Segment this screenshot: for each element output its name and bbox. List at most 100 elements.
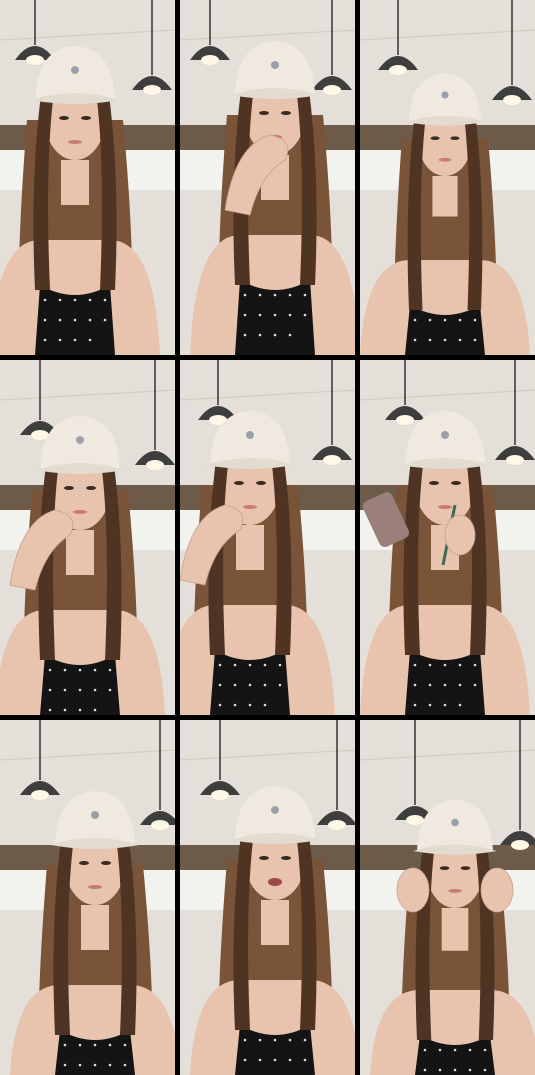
polka-dot (78, 1063, 82, 1067)
frame-9 (360, 720, 535, 1075)
polka-dot (258, 313, 262, 317)
polka-dot (458, 663, 462, 667)
lamp-bulb (26, 55, 44, 65)
polka-dot (438, 1048, 442, 1052)
cap-logo (451, 818, 459, 827)
cap-logo (76, 436, 84, 444)
frame-3 (360, 0, 535, 355)
scene (180, 720, 355, 1075)
eye (101, 861, 111, 865)
polka-dot (243, 293, 247, 297)
neck (261, 900, 289, 945)
eye (81, 116, 91, 120)
polka-dot (468, 1068, 472, 1072)
scene (0, 720, 175, 1075)
polka-dot (218, 663, 222, 667)
cap-logo (71, 66, 79, 74)
mouth (438, 505, 452, 509)
polka-dot (233, 663, 237, 667)
polka-dot (218, 683, 222, 687)
polka-dot (78, 1043, 82, 1047)
polka-dot (58, 318, 62, 322)
polka-dot (288, 1058, 292, 1062)
neck (61, 160, 89, 205)
lamp-bulb (143, 85, 161, 95)
scene (360, 0, 535, 355)
eye (451, 481, 461, 485)
polka-dot (248, 683, 252, 687)
polka-dot (73, 318, 77, 322)
polka-dot (258, 293, 262, 297)
polka-dot (233, 683, 237, 687)
polka-dot (278, 683, 282, 687)
polka-dot (443, 683, 447, 687)
frame-2 (180, 0, 355, 355)
cap-logo (271, 61, 279, 69)
polka-dot (243, 1058, 247, 1062)
eye (430, 136, 440, 140)
polka-dot (438, 1068, 442, 1072)
polka-dot (123, 1063, 127, 1067)
lamp-bulb (31, 430, 49, 440)
polka-dot (263, 703, 267, 707)
lamp-bulb (503, 95, 521, 105)
polka-dot (273, 293, 277, 297)
polka-dot (303, 293, 307, 297)
polka-dot (43, 298, 47, 302)
polka-dot (93, 1043, 97, 1047)
mouth (73, 510, 87, 514)
lamp-bulb (151, 820, 169, 830)
polka-dot (103, 298, 107, 302)
scene (180, 0, 355, 355)
polka-dot (93, 1063, 97, 1067)
polka-dot (458, 703, 462, 707)
polka-dot (483, 1048, 487, 1052)
polka-dot (413, 663, 417, 667)
eye (256, 481, 266, 485)
polka-dot (63, 708, 67, 712)
polka-dot (458, 338, 462, 342)
polka-dot (248, 703, 252, 707)
polka-dot (303, 1038, 307, 1042)
polka-dot (458, 683, 462, 687)
polka-dot (93, 688, 97, 692)
polka-dot (473, 338, 477, 342)
polka-dot (443, 318, 447, 322)
eye (86, 486, 96, 490)
frame-6 (360, 360, 535, 715)
lamp-bulb (396, 415, 414, 425)
polka-dot (423, 1068, 427, 1072)
lamp-bulb (389, 65, 407, 75)
polka-dot (108, 668, 112, 672)
lamp-bulb (506, 455, 524, 465)
eye (281, 856, 291, 860)
polka-dot (303, 1058, 307, 1062)
scene (360, 720, 535, 1075)
cap-logo (441, 431, 449, 439)
eye (79, 861, 89, 865)
lamp-bulb (406, 815, 424, 825)
polka-dot (288, 333, 292, 337)
lamp-bulb (201, 55, 219, 65)
polka-dot (473, 683, 477, 687)
polka-dot (123, 1043, 127, 1047)
polka-dot (243, 1038, 247, 1042)
neck (441, 908, 469, 951)
polka-dot (63, 688, 67, 692)
polka-dot (428, 338, 432, 342)
polka-dot (288, 313, 292, 317)
photo-collage (0, 0, 535, 1075)
cap-logo (91, 811, 99, 819)
polka-dot (423, 1048, 427, 1052)
polka-dot (413, 338, 417, 342)
eye (439, 866, 450, 870)
mouth (243, 505, 257, 509)
lamp-bulb (323, 455, 341, 465)
polka-dot (78, 688, 82, 692)
polka-dot (58, 338, 62, 342)
polka-dot (473, 663, 477, 667)
polka-dot (88, 298, 92, 302)
lamp-bulb (211, 790, 229, 800)
eye (259, 111, 269, 115)
polka-dot (73, 298, 77, 302)
